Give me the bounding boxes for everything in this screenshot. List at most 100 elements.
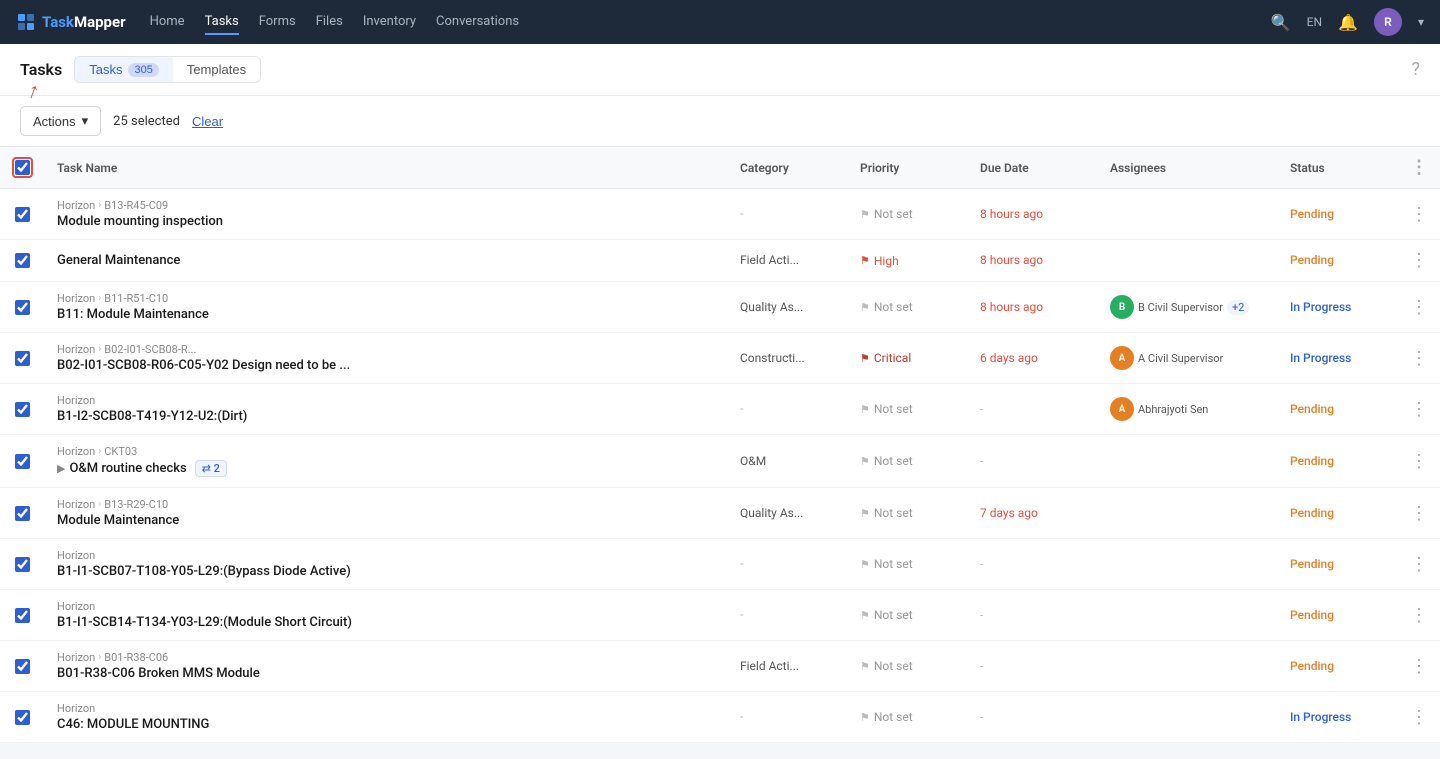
row-checkbox[interactable] xyxy=(15,207,30,222)
app-logo[interactable]: TaskMapper xyxy=(16,12,126,32)
row-checkbox[interactable] xyxy=(15,253,30,268)
task-name[interactable]: ▶O&M routine checks⇄ 2 xyxy=(57,460,716,477)
select-all-checkbox[interactable] xyxy=(15,160,30,175)
row-priority-cell: ⚑Not set xyxy=(848,539,968,590)
task-name[interactable]: General Maintenance xyxy=(57,253,716,268)
row-duedate-cell: - xyxy=(968,590,1098,641)
row-checkbox[interactable] xyxy=(15,402,30,417)
task-name[interactable]: B1-I1-SCB07-T108-Y05-L29:(Bypass Diode A… xyxy=(57,564,716,579)
row-checkbox-wrap xyxy=(12,710,33,725)
table-more-icon[interactable]: ⋮ xyxy=(1410,157,1428,178)
row-priority-cell: ⚑Not set xyxy=(848,590,968,641)
nav-tasks[interactable]: Tasks xyxy=(205,10,239,35)
tasks-table-container: Task Name Category Priority Due Date Ass… xyxy=(0,147,1440,743)
row-more-icon[interactable]: ⋮ xyxy=(1410,204,1428,225)
priority-badge: ⚑Not set xyxy=(860,300,913,314)
row-category-cell: - xyxy=(728,189,848,240)
row-checkbox[interactable] xyxy=(15,506,30,521)
row-checkbox[interactable] xyxy=(15,300,30,315)
user-menu-chevron[interactable]: ▾ xyxy=(1418,15,1424,29)
row-checkbox[interactable] xyxy=(15,351,30,366)
clear-button[interactable]: Clear xyxy=(192,114,223,129)
task-breadcrumb: Horizon › B13-R29-C10 xyxy=(57,498,716,511)
row-more-icon[interactable]: ⋮ xyxy=(1410,451,1428,472)
row-more-icon[interactable]: ⋮ xyxy=(1410,605,1428,626)
row-checkbox-cell xyxy=(0,240,45,282)
row-more-icon[interactable]: ⋮ xyxy=(1410,656,1428,677)
assignees-cell: BB Civil Supervisor+2 xyxy=(1110,295,1266,319)
status-badge: Pending xyxy=(1290,454,1334,468)
nav-home[interactable]: Home xyxy=(150,10,185,35)
task-name[interactable]: B1-I1-SCB14-T134-Y03-L29:(Module Short C… xyxy=(57,615,716,630)
nav-inventory[interactable]: Inventory xyxy=(363,10,416,35)
table-row: Horizon › B13-R29-C10Module MaintenanceQ… xyxy=(0,488,1440,539)
flag-icon: ⚑ xyxy=(860,609,870,622)
task-name[interactable]: B1-I2-SCB08-T419-Y12-U2:(Dirt) xyxy=(57,409,716,424)
nav-links: Home Tasks Forms Files Inventory Convers… xyxy=(150,10,1247,35)
task-name[interactable]: B11: Module Maintenance xyxy=(57,307,716,322)
row-more-icon[interactable]: ⋮ xyxy=(1410,297,1428,318)
row-taskname-cell: Horizon › B01-R38-C06 B01-R38-C06 Broken … xyxy=(45,641,728,692)
row-taskname-cell: Horizon › B13-R29-C10 Module Maintenance xyxy=(45,488,728,539)
tab-tasks-label: Tasks xyxy=(89,62,122,77)
row-more-icon[interactable]: ⋮ xyxy=(1410,348,1428,369)
arrow-annotation: ↑ Actions ▾ xyxy=(20,106,101,136)
header-checkbox-circle[interactable] xyxy=(12,157,33,178)
task-breadcrumb: Horizon › B01-R38-C06 xyxy=(57,651,716,664)
row-category-cell: - xyxy=(728,590,848,641)
subtask-badge[interactable]: ⇄ 2 xyxy=(195,460,227,477)
row-checkbox[interactable] xyxy=(15,608,30,623)
assignees-cell: AAbhrajyoti Sen xyxy=(1110,397,1266,421)
row-more-icon[interactable]: ⋮ xyxy=(1410,707,1428,728)
row-more-icon[interactable]: ⋮ xyxy=(1410,503,1428,524)
due-date-text: - xyxy=(980,710,983,724)
due-date-text: 7 days ago xyxy=(980,506,1038,520)
row-priority-cell: ⚑Not set xyxy=(848,692,968,743)
category-dash: - xyxy=(740,557,744,572)
row-status-cell: Pending xyxy=(1278,189,1398,240)
nav-conversations[interactable]: Conversations xyxy=(436,10,519,35)
search-icon[interactable]: 🔍 xyxy=(1271,13,1291,32)
status-badge: Pending xyxy=(1290,659,1334,673)
th-assignees: Assignees xyxy=(1098,147,1278,189)
row-checkbox-wrap xyxy=(12,402,33,417)
user-avatar[interactable]: R xyxy=(1374,8,1402,36)
row-checkbox[interactable] xyxy=(15,710,30,725)
row-duedate-cell: 8 hours ago xyxy=(968,189,1098,240)
task-name[interactable]: B01-R38-C06 Broken MMS Module xyxy=(57,666,716,681)
row-checkbox[interactable] xyxy=(15,659,30,674)
nav-files[interactable]: Files xyxy=(316,10,343,35)
row-actions-cell: ⋮ xyxy=(1398,590,1440,641)
status-badge: Pending xyxy=(1290,608,1334,622)
row-more-icon[interactable]: ⋮ xyxy=(1410,250,1428,271)
page-title: Tasks xyxy=(20,60,62,79)
nav-forms[interactable]: Forms xyxy=(259,10,296,35)
page-header: Tasks Tasks 305 Templates ? xyxy=(0,44,1440,96)
task-breadcrumb: Horizon › CKT03 xyxy=(57,445,716,458)
task-name[interactable]: B02-I01-SCB08-R06-C05-Y02 Design need to… xyxy=(57,358,716,373)
row-taskname-cell: HorizonC46: MODULE MOUNTING xyxy=(45,692,728,743)
task-name[interactable]: Module Maintenance xyxy=(57,513,716,528)
actions-button[interactable]: Actions ▾ xyxy=(20,106,101,136)
row-actions-cell: ⋮ xyxy=(1398,641,1440,692)
row-more-icon[interactable]: ⋮ xyxy=(1410,399,1428,420)
row-checkbox[interactable] xyxy=(15,557,30,572)
row-category-cell: Quality As... xyxy=(728,282,848,333)
actions-label: Actions xyxy=(33,114,76,129)
row-checkbox[interactable] xyxy=(15,454,30,469)
priority-badge: ⚑Not set xyxy=(860,506,913,520)
priority-badge: ⚑High xyxy=(860,254,899,268)
row-checkbox-cell xyxy=(0,692,45,743)
row-duedate-cell: - xyxy=(968,435,1098,488)
task-name[interactable]: Module mounting inspection xyxy=(57,214,716,229)
help-icon[interactable]: ? xyxy=(1411,59,1420,80)
row-taskname-cell: HorizonB1-I1-SCB07-T108-Y05-L29:(Bypass … xyxy=(45,539,728,590)
task-expand-icon[interactable]: ▶ xyxy=(57,462,65,475)
tab-templates[interactable]: Templates xyxy=(173,57,260,82)
tab-tasks[interactable]: Tasks 305 xyxy=(75,57,173,82)
status-badge: Pending xyxy=(1290,557,1334,571)
task-name[interactable]: C46: MODULE MOUNTING xyxy=(57,717,716,732)
language-selector[interactable]: EN xyxy=(1307,15,1322,29)
row-more-icon[interactable]: ⋮ xyxy=(1410,554,1428,575)
notifications-icon[interactable]: 🔔 xyxy=(1338,13,1358,32)
